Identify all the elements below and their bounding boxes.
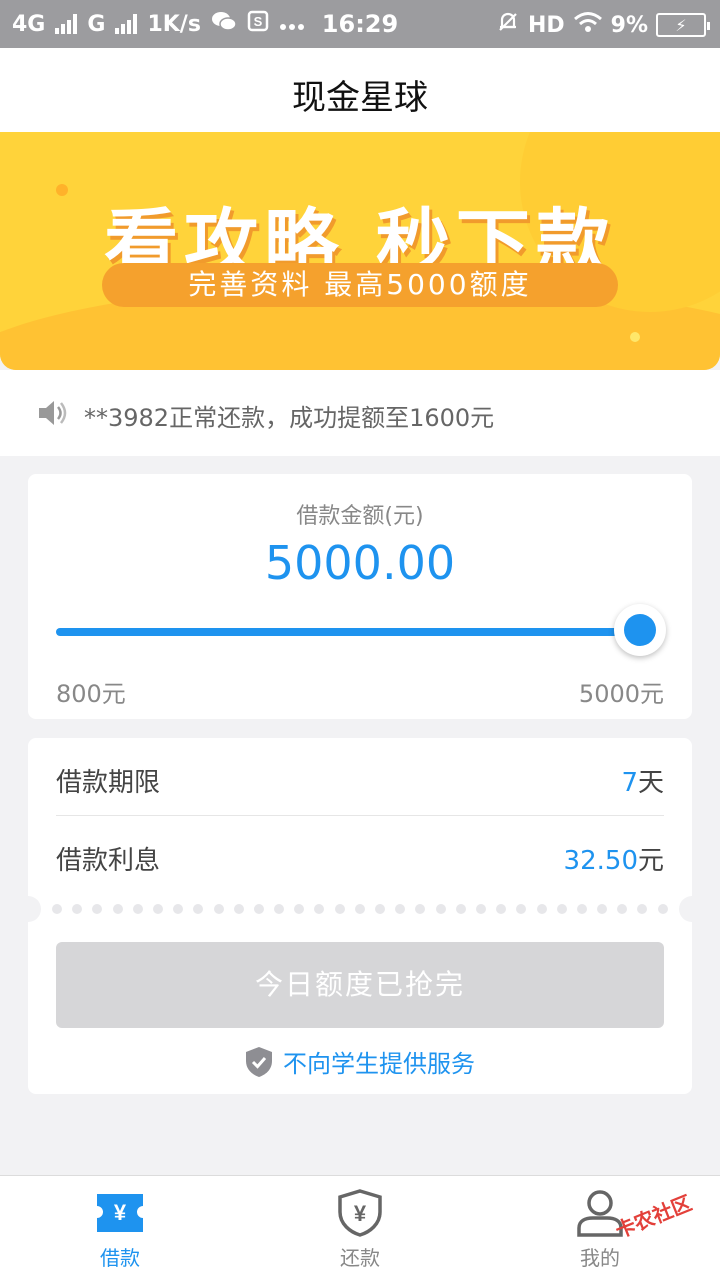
nav-label-repay: 还款 [340, 1246, 380, 1270]
status-right: HD 9% ⚡ [496, 10, 710, 40]
perforation-dot [415, 904, 426, 914]
interest-unit: 元 [637, 846, 664, 876]
perforation-dot [354, 904, 365, 914]
svg-text:¥: ¥ [114, 1200, 127, 1225]
amount-slider-thumb[interactable] [614, 604, 666, 656]
perforation-dot [475, 904, 486, 914]
ticket-perforation [15, 896, 705, 922]
interest-label: 借款利息 [56, 846, 161, 876]
apply-loan-button[interactable]: 今日额度已抢完 [56, 942, 664, 1028]
amount-label: 借款金额(元) [296, 504, 424, 529]
perforation-dot [375, 904, 385, 914]
amount-value: 5000.00 [264, 536, 456, 590]
perforation-dot [72, 904, 83, 914]
battery-charging-icon: ⚡ [656, 13, 710, 37]
perforation-dot [314, 904, 325, 914]
perforation-dot [152, 904, 163, 914]
notice-text: **3982正常还款，成功提额至1600元 [84, 404, 495, 432]
perforation-dot [657, 904, 668, 914]
nav-item-repay[interactable]: ¥ 还款 [240, 1176, 480, 1280]
perforation-dot [395, 904, 406, 914]
mute-bell-icon [496, 10, 520, 40]
perforation-dot [334, 904, 345, 914]
perforation-dot [556, 904, 567, 914]
perforation-dot [253, 904, 264, 914]
wifi-icon [573, 11, 603, 39]
loan-details-card: 借款期限 7天 借款利息 32.50元 今日额度已抢完 不向学生提供服务 [15, 738, 705, 1094]
perforation-dot [92, 904, 103, 914]
banner-subline: 完善资料 最高5000额度 [102, 263, 618, 307]
hd-label: HD [527, 12, 565, 38]
perforation-dot [637, 904, 648, 914]
term-unit: 天 [637, 768, 664, 798]
term-number: 7 [621, 768, 638, 798]
perforation-dots [52, 904, 668, 914]
perforation-dot [496, 904, 507, 914]
term-row[interactable]: 借款期限 7天 [56, 738, 664, 816]
status-bar: 4G G 1K/s S 16:29 HD 9% ⚡ [0, 0, 720, 48]
interest-value: 32.50元 [564, 840, 664, 877]
loan-amount-card: 借款金额(元) 5000.00 800元 5000元 [28, 474, 692, 719]
perforation-notch-right [679, 896, 705, 922]
amount-slider-track[interactable] [56, 628, 640, 636]
student-policy-note: 不向学生提供服务 [28, 1044, 692, 1079]
perforation-dot [455, 904, 466, 914]
perforation-dot [597, 904, 608, 914]
perforation-dot [193, 904, 204, 914]
perforation-dot [173, 904, 184, 914]
slider-max-label: 5000元 [578, 680, 664, 708]
perforation-dot [294, 904, 305, 914]
perforation-dot [52, 904, 62, 914]
yen-shield-icon: ¥ [338, 1189, 382, 1237]
perforation-dot [435, 904, 446, 914]
slider-min-label: 800元 [56, 680, 126, 708]
term-value: 7天 [621, 762, 664, 799]
perforation-dot [233, 904, 244, 914]
yen-ticket-icon: ¥ [97, 1194, 143, 1232]
app-header: 现金星球 [0, 48, 720, 132]
notice-bar: **3982正常还款，成功提额至1600元 [0, 370, 720, 456]
battery-percent: 9% [610, 12, 648, 38]
perforation-dot [213, 904, 224, 914]
banner-dot [630, 332, 640, 342]
shield-check-icon [246, 1046, 272, 1077]
page-title: 现金星球 [292, 78, 428, 118]
nav-item-borrow[interactable]: ¥ 借款 [0, 1176, 240, 1280]
perforation-dot [274, 904, 285, 914]
perforation-dot [516, 904, 527, 914]
term-label: 借款期限 [56, 768, 161, 798]
perforation-dot [576, 904, 587, 914]
perforation-dot [112, 904, 123, 914]
perforation-dot [536, 904, 547, 914]
interest-row: 借款利息 32.50元 [56, 816, 664, 894]
interest-number: 32.50 [563, 846, 638, 876]
speaker-icon [39, 401, 67, 425]
perforation-dot [617, 904, 628, 914]
perforation-notch-left [15, 896, 41, 922]
bottom-nav: ¥ 借款 ¥ 还款 我的 [0, 1175, 720, 1280]
nav-label-borrow: 借款 [100, 1246, 140, 1270]
perforation-dot [132, 904, 143, 914]
promo-banner[interactable]: 看攻略 秒下款 完善资料 最高5000额度 [0, 132, 720, 370]
svg-text:¥: ¥ [354, 1201, 367, 1226]
student-policy-text: 不向学生提供服务 [283, 1050, 475, 1078]
